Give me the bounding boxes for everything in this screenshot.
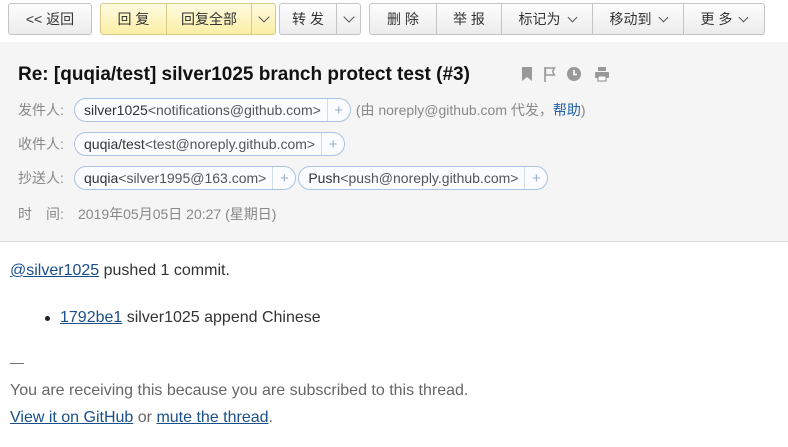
cc2-name: Push xyxy=(308,170,341,186)
mark-as-label: 标记为 xyxy=(518,11,561,27)
time-row: 时 间: 2019年05月05日 20:27 (星期日) xyxy=(18,204,276,224)
time-label: 时 间: xyxy=(18,206,64,222)
forward-button[interactable]: 转 发 xyxy=(279,3,337,35)
to-name: quqia/test xyxy=(84,136,145,152)
proxy-suffix: ) xyxy=(580,102,586,118)
push-summary: @silver1025 pushed 1 commit. xyxy=(10,262,230,280)
bullet-icon xyxy=(45,316,50,321)
more-label: 更 多 xyxy=(700,11,733,27)
chevron-down-icon xyxy=(738,12,749,22)
cc-row: 抄送人: quqia <silver1995@163.com> + Push <pu… xyxy=(18,166,550,190)
or-text: or xyxy=(133,409,157,426)
forward-dropdown[interactable] xyxy=(336,3,361,35)
add-contact-button[interactable]: + xyxy=(321,133,344,155)
to-label: 收件人: xyxy=(18,136,64,152)
help-link[interactable]: 帮助 xyxy=(553,102,581,118)
cc2-address: <push@noreply.github.com> xyxy=(340,170,519,186)
time-value: 2019年05月05日 20:27 (星期日) xyxy=(78,206,277,222)
signature-dash: — xyxy=(10,354,24,370)
chevron-down-icon xyxy=(567,12,577,22)
reply-all-button[interactable]: 回复全部 xyxy=(166,3,252,35)
reply-all-dropdown[interactable] xyxy=(251,3,276,35)
user-link[interactable]: @silver1025 xyxy=(10,262,99,279)
email-header: Re: [quqia/test] silver1025 branch prote… xyxy=(0,42,788,242)
chevron-down-icon xyxy=(342,11,355,23)
back-button[interactable]: << 返回 xyxy=(8,3,92,35)
view-on-github-link[interactable]: View it on GitHub xyxy=(10,409,133,426)
flag-icon[interactable] xyxy=(542,66,558,87)
from-row: 发件人: silver1025 <notifications@github.com… xyxy=(18,98,586,122)
email-subject: Re: [quqia/test] silver1025 branch prote… xyxy=(18,64,470,85)
mute-thread-link[interactable]: mute the thread xyxy=(156,409,268,426)
cc-chip-2[interactable]: Push <push@noreply.github.com> + xyxy=(298,166,549,190)
add-contact-button[interactable]: + xyxy=(326,99,350,121)
add-contact-button[interactable]: + xyxy=(272,167,295,189)
pushed-text: pushed 1 commit. xyxy=(99,262,230,279)
subject-actions xyxy=(520,66,610,87)
chevron-down-icon xyxy=(257,11,270,23)
more-button[interactable]: 更 多 xyxy=(683,3,765,35)
commit-hash-link[interactable]: 1792be1 xyxy=(60,309,122,326)
bookmark-icon[interactable] xyxy=(520,66,534,87)
proxy-note: (由 noreply@github.com 代发，帮助) xyxy=(356,100,586,120)
from-name: silver1025 xyxy=(84,102,148,118)
from-address: <notifications@github.com> xyxy=(147,102,321,118)
from-label: 发件人: xyxy=(18,102,64,118)
commit-message: silver1025 append Chinese xyxy=(122,309,321,326)
to-address: <test@noreply.github.com> xyxy=(144,136,316,152)
move-to-button[interactable]: 移动到 xyxy=(592,3,684,35)
reply-button[interactable]: 回 复 xyxy=(100,3,167,35)
footer-links: View it on GitHub or mute the thread. xyxy=(10,409,273,427)
receiving-notice: You are receiving this because you are s… xyxy=(10,382,469,399)
delete-button[interactable]: 删 除 xyxy=(369,3,437,35)
cc1-name: quqia xyxy=(84,170,119,186)
chevron-down-icon xyxy=(658,12,668,22)
period-text: . xyxy=(268,409,273,426)
toolbar: << 返回 回 复 回复全部 转 发 删 除 举 报 标记为 移动到 更 多 xyxy=(0,0,788,42)
move-to-label: 移动到 xyxy=(609,11,652,27)
add-contact-button[interactable]: + xyxy=(524,167,547,189)
cc1-address: <silver1995@163.com> xyxy=(118,170,267,186)
clock-icon[interactable] xyxy=(566,66,582,87)
to-row: 收件人: quqia/test <test@noreply.github.com>… xyxy=(18,132,347,156)
to-chip[interactable]: quqia/test <test@noreply.github.com> + xyxy=(74,132,346,156)
print-icon[interactable] xyxy=(594,66,610,87)
from-chip[interactable]: silver1025 <notifications@github.com> + xyxy=(74,98,351,122)
commit-item: 1792be1 silver1025 append Chinese xyxy=(60,309,321,327)
cc-label: 抄送人: xyxy=(18,170,64,186)
proxy-prefix: (由 noreply@github.com 代发， xyxy=(355,102,553,118)
cc-chip-1[interactable]: quqia <silver1995@163.com> + xyxy=(74,166,297,190)
mark-as-button[interactable]: 标记为 xyxy=(501,3,593,35)
report-button[interactable]: 举 报 xyxy=(436,3,502,35)
